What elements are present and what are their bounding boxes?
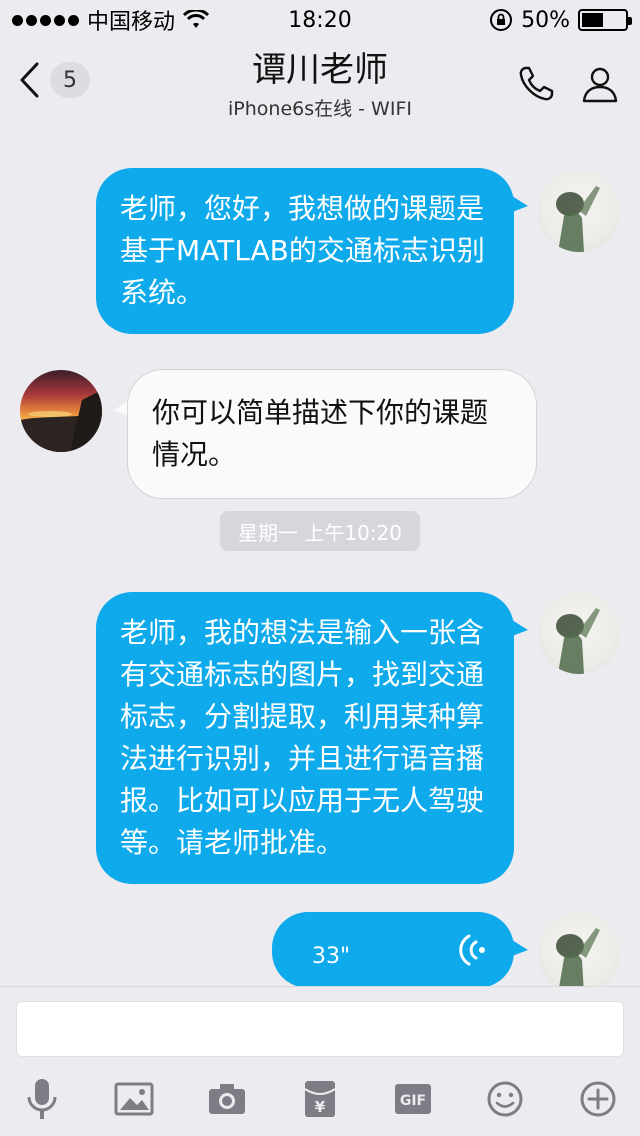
profile-icon[interactable] — [580, 64, 620, 104]
phone-icon[interactable] — [516, 64, 556, 104]
avatar-self[interactable] — [538, 912, 620, 994]
camera-icon — [209, 1084, 245, 1114]
status-left: 中国移动 — [12, 4, 210, 36]
message-input[interactable] — [16, 1001, 624, 1057]
image-icon — [114, 1082, 154, 1116]
message-timestamp: 星期一 上午10:20 — [220, 511, 420, 551]
emoji-button[interactable] — [481, 1075, 529, 1123]
emoji-icon — [487, 1081, 523, 1117]
camera-button[interactable] — [203, 1075, 251, 1123]
bubble-tail — [512, 196, 528, 212]
voice-message-bubble[interactable]: 33" — [272, 912, 514, 988]
battery-fill — [582, 13, 603, 27]
carrier-label: 中国移动 — [87, 10, 176, 35]
message-text: 老师，我的想法是输入一张含有交通标志的图片，找到交通标志，分割提取，利用某种算法… — [120, 616, 485, 859]
gif-icon: GIF — [395, 1084, 431, 1114]
voice-wave-icon — [459, 934, 485, 966]
message-bubble-outgoing[interactable]: 老师，我的想法是输入一张含有交通标志的图片，找到交通标志，分割提取，利用某种算法… — [96, 592, 514, 884]
avatar-self[interactable] — [538, 170, 620, 252]
avatar-image — [20, 390, 102, 452]
image-button[interactable] — [110, 1075, 158, 1123]
svg-text:¥: ¥ — [315, 1098, 326, 1116]
plus-icon — [580, 1081, 616, 1117]
message-text: 老师，您好，我想做的课题是基于MATLAB的交通标志识别系统。 — [120, 192, 485, 309]
bubble-tail — [512, 620, 528, 636]
status-bar: 中国移动 18:20 50% — [0, 0, 640, 40]
red-packet-icon: ¥ — [304, 1081, 336, 1117]
microphone-icon — [27, 1079, 57, 1119]
voice-duration: 33" — [312, 944, 351, 969]
signal-strength-icon — [12, 14, 79, 26]
message-bubble-incoming[interactable]: 你可以简单描述下你的课题情况。 — [127, 369, 537, 499]
gif-button[interactable]: GIF — [389, 1075, 437, 1123]
nav-bar: 5 谭川老师 iPhone6s在线 - WIFI — [0, 40, 640, 130]
bubble-tail — [512, 940, 528, 956]
more-button[interactable] — [574, 1075, 622, 1123]
input-toolbar: ¥ GIF — [0, 1075, 640, 1125]
input-area: ¥ GIF — [0, 986, 640, 1136]
avatar-image — [556, 928, 600, 994]
battery-icon — [578, 9, 632, 31]
voice-input-button[interactable] — [18, 1075, 66, 1123]
message-bubble-outgoing[interactable]: 老师，您好，我想做的课题是基于MATLAB的交通标志识别系统。 — [96, 168, 514, 334]
gif-label: GIF — [400, 1093, 426, 1109]
battery-percent: 50% — [521, 7, 570, 33]
rotation-lock-icon — [490, 9, 513, 31]
avatar-image — [556, 186, 600, 252]
message-text: 你可以简单描述下你的课题情况。 — [152, 396, 489, 471]
avatar-image — [556, 608, 600, 674]
status-right: 50% — [489, 7, 632, 33]
avatar-teacher[interactable] — [20, 370, 102, 452]
red-packet-button[interactable]: ¥ — [296, 1075, 344, 1123]
avatar-self[interactable] — [538, 592, 620, 674]
wifi-icon — [183, 10, 210, 28]
